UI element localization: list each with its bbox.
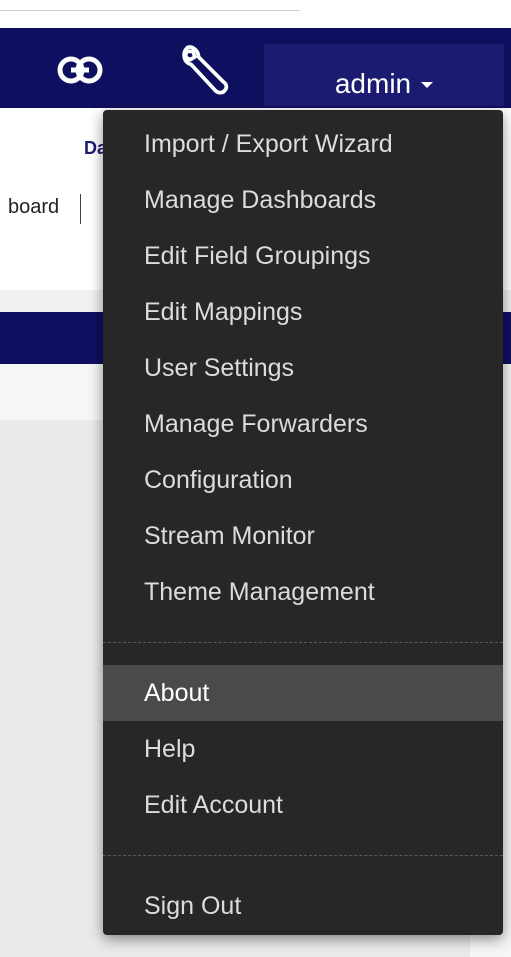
user-menu-button[interactable]: admin xyxy=(264,44,504,106)
admin-dropdown-menu: Import / Export Wizard Manage Dashboards… xyxy=(103,110,503,935)
menu-item-configuration[interactable]: Configuration xyxy=(103,452,503,508)
top-strip xyxy=(0,0,511,28)
menu-item-user-settings[interactable]: User Settings xyxy=(103,340,503,396)
breadcrumb-partial[interactable]: board xyxy=(8,196,59,219)
menu-item-edit-field-groupings[interactable]: Edit Field Groupings xyxy=(103,228,503,284)
top-navbar: admin xyxy=(0,28,511,108)
wrench-icon[interactable] xyxy=(178,42,234,98)
user-name-label: admin xyxy=(334,68,412,99)
menu-divider xyxy=(103,855,503,856)
menu-group-session: Sign Out xyxy=(103,878,503,934)
menu-item-stream-monitor[interactable]: Stream Monitor xyxy=(103,508,503,564)
link-icon[interactable] xyxy=(52,42,108,98)
menu-group-info: About Help Edit Account xyxy=(103,665,503,833)
menu-item-about[interactable]: About xyxy=(103,665,503,721)
caret-down-icon xyxy=(421,82,434,88)
menu-item-help[interactable]: Help xyxy=(103,721,503,777)
menu-item-manage-dashboards[interactable]: Manage Dashboards xyxy=(103,172,503,228)
breadcrumb-separator xyxy=(80,194,81,224)
menu-item-edit-mappings[interactable]: Edit Mappings xyxy=(103,284,503,340)
wrench-icon-svg xyxy=(182,45,229,95)
menu-divider xyxy=(103,642,503,643)
menu-item-import-export-wizard[interactable]: Import / Export Wizard xyxy=(103,116,503,172)
menu-item-theme-management[interactable]: Theme Management xyxy=(103,564,503,620)
link-icon-svg xyxy=(57,56,103,84)
menu-group-tools: Import / Export Wizard Manage Dashboards… xyxy=(103,116,503,620)
menu-item-sign-out[interactable]: Sign Out xyxy=(103,878,503,934)
menu-item-manage-forwarders[interactable]: Manage Forwarders xyxy=(103,396,503,452)
menu-item-edit-account[interactable]: Edit Account xyxy=(103,777,503,833)
top-divider xyxy=(0,10,300,11)
